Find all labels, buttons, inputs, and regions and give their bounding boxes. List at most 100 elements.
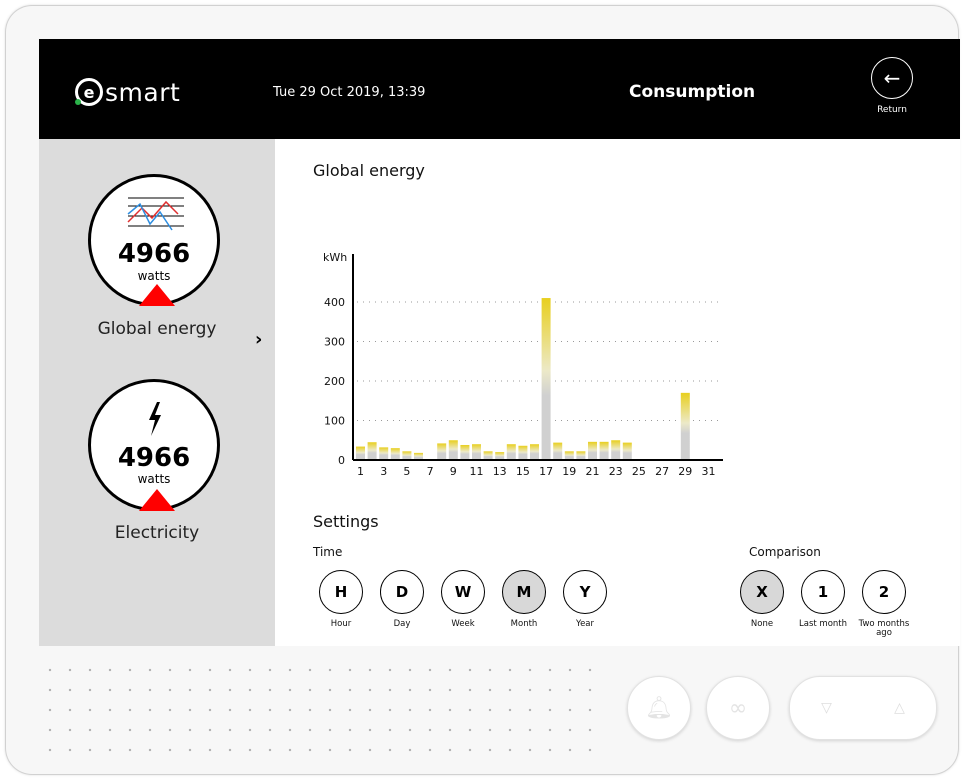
time-button-h[interactable]: H (319, 570, 363, 614)
x-tick-label: 29 (678, 465, 692, 478)
gauge-unit: watts (137, 269, 171, 283)
section-title: Global energy (313, 161, 425, 180)
comparison-button-2[interactable]: 2 (862, 570, 906, 614)
time-button-d[interactable]: D (380, 570, 424, 614)
bar-day-9 (448, 440, 458, 460)
chevron-right-icon: › (255, 329, 263, 350)
speaker-grille (40, 660, 600, 760)
gauge-value: 4966 (117, 443, 191, 473)
time-button-w[interactable]: W (441, 570, 485, 614)
x-tick-label: 13 (493, 465, 507, 478)
up-button[interactable]: △ (863, 677, 936, 739)
bar-day-14 (506, 444, 516, 460)
sidebar: 4966 watts Global energy › 4966 watts El… (39, 139, 275, 646)
x-tick-label: 7 (427, 465, 434, 478)
time-button-y[interactable]: Y (563, 570, 607, 614)
bar-day-4 (390, 448, 400, 460)
gauge-indicator (139, 489, 175, 511)
bar-day-8 (437, 443, 447, 460)
time-caption: Month (510, 619, 538, 629)
x-tick-label: 3 (380, 465, 387, 478)
return-button[interactable]: ← (871, 57, 913, 99)
chevron-down-icon: ▽ (821, 700, 832, 716)
x-tick-label: 25 (632, 465, 646, 478)
x-tick-label: 9 (450, 465, 457, 478)
bar-day-15 (518, 445, 528, 460)
page-title: Consumption (629, 82, 756, 102)
gauge-indicator (139, 284, 175, 306)
comparison-caption: None (750, 619, 774, 629)
bar-day-2 (367, 442, 377, 460)
gauge-unit: watts (137, 472, 171, 486)
gauge-label: Electricity (114, 523, 200, 543)
time-caption: Hour (330, 619, 352, 629)
top-bar: e smart Tue 29 Oct 2019, 13:39 Consumpti… (39, 39, 960, 139)
down-button[interactable]: ▽ (790, 677, 863, 739)
y-tick-label: 300 (324, 336, 345, 349)
datetime: Tue 29 Oct 2019, 13:39 (273, 85, 426, 100)
bar-day-18 (553, 442, 563, 460)
comparison-button-1[interactable]: 1 (801, 570, 845, 614)
bell-icon: 🔔︎ (645, 695, 673, 721)
x-tick-label: 21 (586, 465, 600, 478)
line-chart-icon (127, 197, 184, 231)
return-label: Return (877, 105, 907, 115)
x-tick-label: 31 (702, 465, 716, 478)
gauge-value: 4966 (117, 239, 191, 269)
time-caption: Day (393, 619, 411, 629)
bar-day-11 (472, 444, 481, 460)
bar-day-5 (402, 451, 412, 460)
bar-day-10 (460, 444, 470, 460)
bar-day-6 (414, 452, 423, 460)
x-tick-label: 27 (655, 465, 669, 478)
bar-day-22 (599, 441, 609, 460)
bar-day-21 (588, 441, 597, 460)
electricity-gauge[interactable]: 4966 watts (88, 379, 220, 511)
bar-day-13 (495, 452, 505, 460)
global-energy-gauge[interactable]: 4966 watts (88, 174, 220, 306)
lightning-icon (149, 402, 161, 436)
chevron-up-icon: △ (894, 700, 905, 716)
bar-day-24 (622, 442, 632, 460)
x-tick-label: 17 (539, 465, 553, 478)
bar-day-20 (576, 451, 586, 460)
y-tick-label: 400 (324, 296, 345, 309)
bar-day-12 (483, 451, 493, 460)
y-axis-label: kWh (323, 251, 347, 264)
y-tick-label: 0 (338, 454, 345, 467)
bar-day-1 (356, 446, 365, 460)
settings-title: Settings (313, 512, 379, 531)
x-tick-label: 15 (516, 465, 530, 478)
bell-button[interactable]: 🔔︎ (627, 676, 691, 740)
logo-text: smart (105, 77, 181, 107)
link-button[interactable]: ∞ (706, 676, 770, 740)
logo-e-icon: e (75, 78, 103, 106)
x-tick-label: 1 (357, 465, 364, 478)
bar-day-17 (541, 298, 551, 460)
comparison-caption: Last month (799, 619, 847, 629)
time-caption: Week (451, 619, 475, 629)
comparison-button-x[interactable]: X (740, 570, 784, 614)
consumption-chart: 0100200300400kWh1 3 5 7 9 11 13 15 17 19 21 23 25 27 2… (323, 251, 723, 478)
nav-pill: ▽ △ (789, 676, 937, 740)
esmart-logo: e smart (75, 76, 180, 108)
x-tick-label: 19 (562, 465, 576, 478)
arrow-left-icon: ← (883, 66, 901, 90)
x-tick-label: 23 (609, 465, 623, 478)
bar-day-29 (680, 392, 690, 460)
time-caption: Year (576, 619, 594, 629)
gauge-label: Global energy (97, 319, 217, 339)
time-button-m[interactable]: M (502, 570, 546, 614)
bar-day-3 (379, 447, 389, 460)
link-icon: ∞ (728, 695, 748, 721)
time-label: Time (313, 545, 343, 559)
x-tick-label: 5 (403, 465, 410, 478)
y-tick-label: 200 (324, 375, 345, 388)
comparison-caption: Two months ago (858, 619, 910, 638)
x-tick-label: 11 (470, 465, 484, 478)
comparison-label: Comparison (749, 545, 821, 559)
bar-day-23 (611, 440, 621, 460)
bar-day-19 (564, 451, 574, 460)
screen: e smart Tue 29 Oct 2019, 13:39 Consumpti… (39, 39, 960, 646)
y-tick-label: 100 (324, 415, 345, 428)
